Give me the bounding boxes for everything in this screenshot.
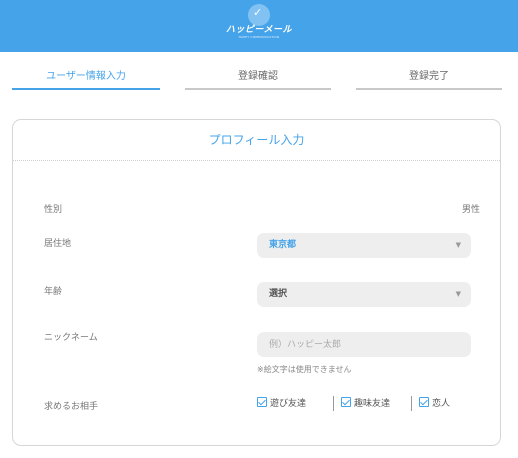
profile-form-card: プロフィール入力 性別 男性 居住地 東京都 ▼ 年齢 選択 ▼ ニックネーム … (12, 119, 501, 446)
divider (411, 396, 412, 411)
step-underline (185, 88, 331, 90)
age-select[interactable]: 選択 ▼ (257, 282, 471, 307)
step-complete: 登録完了 (356, 70, 502, 90)
checkbox-label: 恋人 (432, 399, 451, 409)
age-label: 年齢 (44, 287, 63, 297)
step-label: 登録確認 (238, 71, 278, 82)
dropdown-arrow-icon: ▼ (455, 241, 461, 249)
nickname-input[interactable] (257, 332, 471, 357)
logo-text: ハッピーメール (225, 25, 293, 35)
seeking-label: 求めるお相手 (44, 402, 99, 412)
header-bar: ✓ ハッピーメール HAPPY COMMUNICATION (0, 0, 518, 52)
nickname-label: ニックネーム (44, 333, 98, 343)
checkbox-checked-icon (341, 397, 351, 407)
step-label: ユーザー情報入力 (46, 71, 126, 82)
checkbox-lover[interactable]: 恋人 (419, 397, 450, 411)
checkbox-checked-icon (257, 397, 267, 407)
leaf-icon: ✓ (253, 6, 263, 19)
step-confirm: 登録確認 (185, 70, 331, 90)
checkbox-label: 趣味友達 (354, 399, 391, 409)
step-underline (12, 88, 160, 90)
checkbox-label: 遊び友達 (270, 399, 307, 409)
emoji-note: ※絵文字は使用できません (257, 365, 352, 374)
step-underline (356, 88, 502, 90)
residence-label: 居住地 (44, 239, 72, 249)
residence-value: 東京都 (269, 240, 297, 250)
age-value: 選択 (269, 289, 288, 299)
checkbox-checked-icon (419, 397, 429, 407)
step-label: 登録完了 (409, 71, 449, 82)
residence-select[interactable]: 東京都 ▼ (257, 233, 471, 258)
dropdown-arrow-icon: ▼ (455, 290, 461, 298)
form-title: プロフィール入力 (13, 120, 500, 161)
gender-label: 性別 (44, 205, 63, 215)
checkbox-play-friend[interactable]: 遊び友達 (257, 397, 306, 411)
divider (333, 396, 334, 411)
happymail-logo[interactable]: ✓ ハッピーメール HAPPY COMMUNICATION (224, 4, 294, 44)
logo-subtext: HAPPY COMMUNICATION (238, 35, 280, 39)
step-user-info: ユーザー情報入力 (12, 70, 160, 90)
gender-value: 男性 (461, 205, 480, 215)
checkbox-hobby-friend[interactable]: 趣味友達 (341, 397, 390, 411)
progress-steps: ユーザー情報入力 登録確認 登録完了 (0, 70, 518, 90)
